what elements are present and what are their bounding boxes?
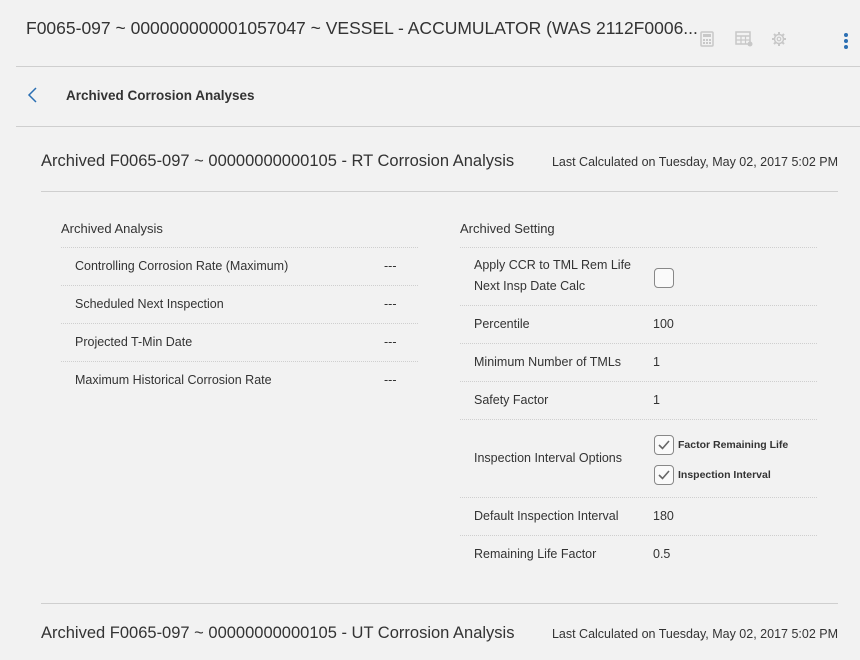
- row-label: Scheduled Next Inspection: [75, 297, 224, 311]
- table-icon[interactable]: [735, 31, 753, 51]
- row-value: ---: [384, 335, 397, 349]
- row-value: 0.5: [653, 547, 671, 561]
- setting-row-percentile: Percentile 100: [460, 305, 817, 344]
- archived-analysis-heading: Archived Analysis: [61, 221, 163, 236]
- row-value: 180: [653, 509, 674, 523]
- header-divider: [16, 66, 860, 67]
- option-label: Inspection Interval: [678, 469, 771, 481]
- inspection-interval-checkbox[interactable]: [654, 465, 674, 485]
- breadcrumb-divider: [16, 126, 860, 127]
- calculator-icon[interactable]: [700, 31, 718, 51]
- more-vertical-icon[interactable]: [842, 33, 850, 51]
- setting-row-default-interval: Default Inspection Interval 180: [460, 497, 817, 536]
- row-label: Projected T-Min Date: [75, 335, 193, 349]
- ut-last-calculated: Last Calculated on Tuesday, May 02, 2017…: [551, 627, 838, 641]
- row-label: Default Inspection Interval: [474, 509, 619, 523]
- option-label: Factor Remaining Life: [678, 439, 789, 451]
- section-divider: [41, 603, 838, 604]
- row-label: Remaining Life Factor: [474, 547, 597, 561]
- row-value: 100: [653, 317, 674, 331]
- ut-analysis-title: Archived F0065-097 ~ 00000000000105 - UT…: [41, 624, 515, 642]
- app-header: F0065-097 ~ 000000000001057047 ~ VESSEL …: [0, 0, 860, 66]
- setting-row-safety-factor: Safety Factor 1: [460, 381, 817, 420]
- row-label: Next Insp Date Calc: [474, 279, 586, 293]
- archived-setting-heading: Archived Setting: [460, 221, 555, 236]
- row-label: Inspection Interval Options: [474, 451, 622, 465]
- setting-row-apply-ccr: Apply CCR to TML Rem Life Next Insp Date…: [460, 247, 817, 306]
- gear-icon[interactable]: [771, 31, 789, 51]
- row-value: ---: [384, 297, 397, 311]
- checkmark-icon: [658, 440, 670, 450]
- breadcrumb: Archived Corrosion Analyses: [66, 88, 255, 103]
- setting-row-min-tmls: Minimum Number of TMLs 1: [460, 343, 817, 382]
- analysis-row: Projected T-Min Date ---: [61, 323, 418, 362]
- analysis-row: Scheduled Next Inspection ---: [61, 285, 418, 324]
- row-value: ---: [384, 373, 397, 387]
- header-toolbar: [0, 31, 860, 53]
- analysis-row: Maximum Historical Corrosion Rate ---: [61, 361, 418, 400]
- row-label: Safety Factor: [474, 393, 549, 407]
- row-label: Apply CCR to TML Rem Life: [474, 258, 631, 272]
- apply-ccr-checkbox[interactable]: [654, 268, 674, 288]
- archived-setting-panel: Archived Setting Apply CCR to TML Rem Li…: [460, 211, 817, 576]
- analysis-row: Controlling Corrosion Rate (Maximum) ---: [61, 247, 418, 286]
- checkmark-icon: [658, 470, 670, 480]
- row-label: Controlling Corrosion Rate (Maximum): [75, 259, 289, 273]
- row-label: Minimum Number of TMLs: [474, 355, 622, 369]
- section-divider: [41, 191, 838, 192]
- row-value: 1: [653, 393, 660, 407]
- setting-row-interval-options: Inspection Interval Options Factor Remai…: [460, 419, 817, 498]
- row-value: 1: [653, 355, 660, 369]
- row-value: ---: [384, 259, 397, 273]
- chevron-left-icon[interactable]: [27, 86, 41, 106]
- row-label: Percentile: [474, 317, 530, 331]
- rt-analysis-title: Archived F0065-097 ~ 00000000000105 - RT…: [41, 152, 515, 170]
- factor-remaining-life-checkbox[interactable]: [654, 435, 674, 455]
- row-label: Maximum Historical Corrosion Rate: [75, 373, 272, 387]
- rt-last-calculated: Last Calculated on Tuesday, May 02, 2017…: [551, 155, 838, 169]
- archived-analysis-panel: Archived Analysis Controlling Corrosion …: [61, 211, 418, 401]
- setting-row-remaining-life-factor: Remaining Life Factor 0.5: [460, 535, 817, 574]
